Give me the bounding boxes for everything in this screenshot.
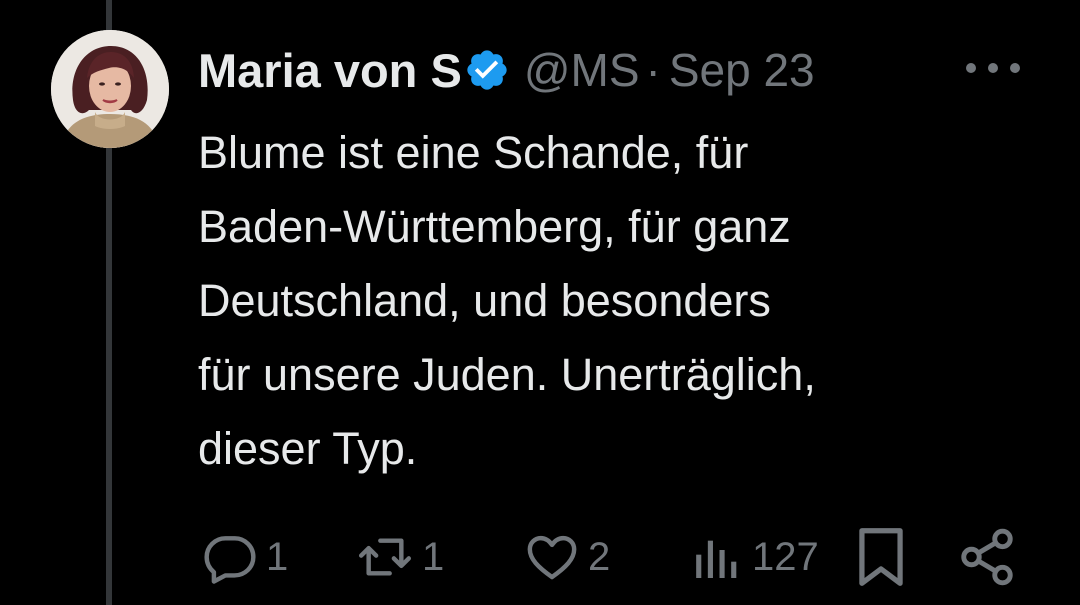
tweet-header: Maria von S @MS · Sep 23 — [198, 38, 815, 102]
tweet-text: Blume ist eine Schande, für Baden-Württe… — [198, 116, 1048, 486]
repost-count: 1 — [422, 534, 445, 579]
like-button[interactable]: 2 — [524, 526, 610, 588]
separator-dot: · — [645, 44, 661, 96]
views-button[interactable]: 127 — [688, 526, 819, 588]
tweet-text-line: Baden-Württemberg, für ganz — [198, 201, 791, 252]
reply-button[interactable]: 1 — [202, 526, 288, 588]
timestamp[interactable]: Sep 23 — [669, 43, 815, 97]
more-options-icon[interactable] — [962, 58, 1024, 78]
like-count: 2 — [588, 534, 611, 579]
share-icon — [956, 526, 1018, 588]
author-name[interactable]: Maria von S — [198, 43, 462, 98]
share-button[interactable] — [956, 526, 1018, 588]
repost-icon — [356, 529, 414, 585]
tweet-text-line: dieser Typ. — [198, 423, 418, 474]
avatar[interactable] — [51, 30, 169, 148]
bookmark-button[interactable] — [854, 526, 908, 588]
views-chart-icon — [688, 529, 744, 585]
heart-icon — [524, 529, 580, 585]
author-handle[interactable]: @MS — [524, 43, 640, 97]
bookmark-icon — [854, 526, 908, 588]
action-bar: 1 1 2 127 — [198, 526, 1038, 588]
reply-icon — [202, 529, 258, 585]
tweet-text-line: Blume ist eine Schande, für — [198, 127, 749, 178]
verified-badge-icon — [464, 47, 510, 93]
tweet-text-line: Deutschland, und besonders — [198, 275, 771, 326]
views-count: 127 — [752, 534, 819, 579]
avatar-image — [51, 30, 169, 148]
reply-count: 1 — [266, 534, 289, 579]
tweet-text-line: für unsere Juden. Unerträglich, — [198, 349, 816, 400]
repost-button[interactable]: 1 — [356, 526, 444, 588]
